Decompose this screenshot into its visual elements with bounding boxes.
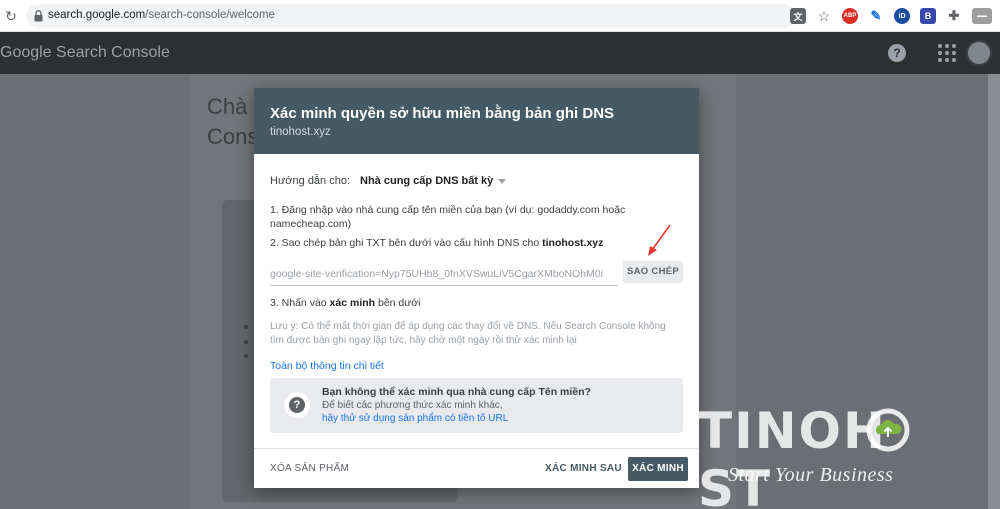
copy-button[interactable]: SAO CHÉP (623, 261, 683, 283)
url-prefix-link[interactable]: hãy thử sử dụng sản phẩm có tiền tố URL (322, 413, 508, 424)
reload-icon[interactable]: ↻ (2, 7, 20, 25)
remove-property-button[interactable]: XÓA SẢN PHẨM (270, 463, 349, 474)
dialog-header: Xác minh quyền sở hữu miền bằng bản ghi … (254, 88, 699, 154)
apps-grid-icon[interactable] (938, 44, 956, 62)
watermark-brand: TINOHST (698, 402, 1000, 509)
full-details-link[interactable]: Toàn bộ thông tin chi tiết (270, 360, 384, 372)
url-path: /search-console/welcome (145, 9, 275, 21)
dialog-footer: XÓA SẢN PHẨM XÁC MINH SAU XÁC MINH (254, 448, 699, 488)
verify-later-button[interactable]: XÁC MINH SAU (545, 463, 622, 474)
extension-badge-icon[interactable]: ▬▬ (972, 8, 992, 24)
url-text: search.google.com/search-console/welcome (48, 9, 275, 21)
alternative-text: Để biết các phương thức xác minh khác, (322, 400, 503, 411)
puzzle-icon[interactable]: ✚ (946, 8, 962, 24)
txt-record-field[interactable]: google-site-verification=Nyp75UHb8_0fnXV… (270, 262, 618, 286)
bullet (244, 354, 248, 358)
browser-toolbar: ↻ search.google.com/search-console/welco… (0, 0, 1000, 32)
step-2-domain: tinohost.xyz (542, 237, 604, 249)
dialog-title: Xác minh quyền sở hữu miền bằng bản ghi … (270, 105, 615, 122)
dns-verification-dialog: Xác minh quyền sở hữu miền bằng bản ghi … (254, 88, 699, 488)
chevron-down-icon (498, 178, 507, 184)
dns-provider-select[interactable]: Nhà cung cấp DNS bất kỳ (360, 175, 507, 187)
step-3-bold: xác minh (329, 297, 376, 309)
guide-label: Hướng dẫn cho: (270, 175, 351, 187)
step-1: 1. Đăng nhập vào nhà cung cấp tên miền c… (270, 204, 626, 230)
step-2-text: 2. Sao chép bản ghi TXT bên dưới vào cấu… (270, 237, 543, 249)
watermark-tagline: Start Your Business (728, 464, 894, 486)
help-icon[interactable]: ? (888, 44, 906, 62)
step-3: 3. Nhấn vào xác minh bên dưới (270, 296, 660, 310)
help-circle-icon: ? (284, 392, 310, 418)
app-logo[interactable]: Google Search Console (0, 44, 170, 62)
address-bar[interactable]: search.google.com/search-console/welcome (26, 4, 796, 28)
dialog-domain: tinohost.xyz (270, 126, 331, 138)
bullet (244, 340, 248, 344)
step-3-suffix: bên dưới (375, 297, 421, 309)
annotation-arrow-icon (648, 224, 671, 256)
bookmark-icon[interactable]: B (920, 8, 936, 24)
bullet (244, 325, 248, 329)
watermark-brand-left: TINOH (698, 402, 887, 460)
lock-icon (34, 10, 43, 22)
guide-row: Hướng dẫn cho: Nhà cung cấp DNS bất kỳ (270, 175, 507, 187)
dns-note: Lưu ý: Có thể mất thời gian để áp dụng c… (270, 321, 666, 346)
alternative-title: Bạn không thể xác minh qua nhà cung cấp … (322, 386, 591, 398)
extension-tray: 文 ☆ ABP ✎ iD B ✚ ▬▬ (790, 6, 992, 26)
translate-icon[interactable]: 文 (790, 8, 806, 24)
feather-icon[interactable]: ✎ (868, 8, 884, 24)
star-icon[interactable]: ☆ (816, 8, 832, 24)
step-2: 2. Sao chép bản ghi TXT bên dưới vào cấu… (270, 236, 660, 250)
app-header: Google Search Console ? (0, 32, 1000, 74)
cloud-upload-icon (866, 408, 910, 452)
step-3-text: 3. Nhấn vào (270, 297, 330, 309)
avatar[interactable] (966, 40, 992, 66)
grammarly-icon[interactable]: iD (894, 8, 910, 24)
alternative-method-box: ? Bạn không thể xác minh qua nhà cung cấ… (270, 378, 683, 433)
dns-provider-value: Nhà cung cấp DNS bất kỳ (360, 175, 494, 187)
url-host: search.google.com (48, 9, 146, 21)
adblock-icon[interactable]: ABP (842, 8, 858, 24)
verify-button[interactable]: XÁC MINH (628, 457, 688, 481)
